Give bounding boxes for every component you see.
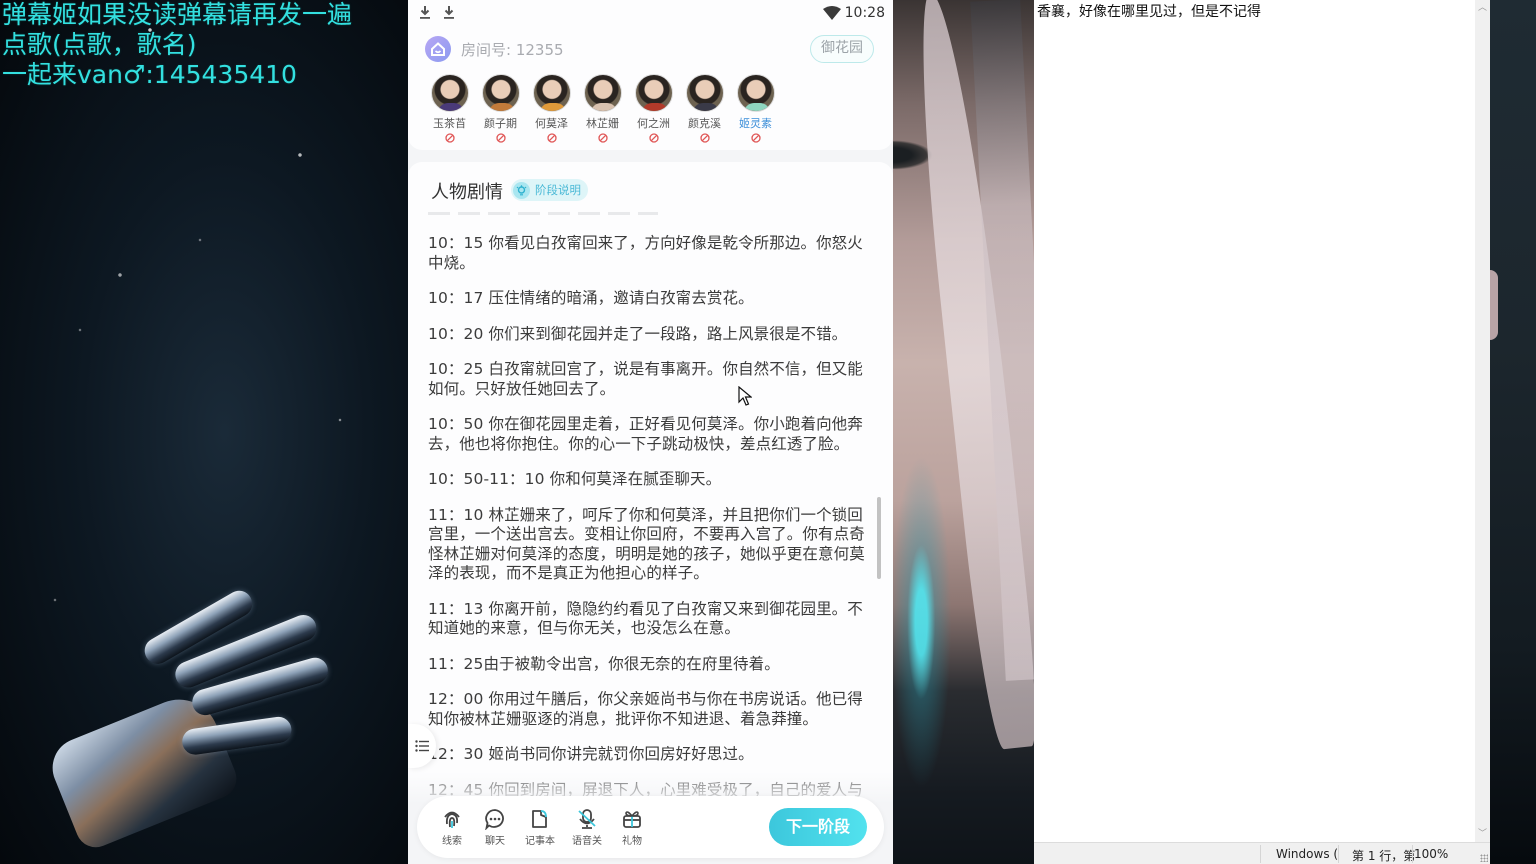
- chat-label: 聊天: [485, 836, 505, 847]
- overlay-line: 弹幕姬如果没读弹幕请再发一遍: [2, 0, 353, 29]
- story-entry: 11：10 林芷姗来了，呵斥了你和何莫泽，并且把你们一个锁回宫里，一个送出宫去。…: [428, 505, 865, 583]
- character-roster: 玉茶苩 颜子期 何莫泽 林芷姗 何之洲 颜克溪 姬灵素: [424, 74, 781, 143]
- voice-toggle-label: 语音关: [572, 836, 602, 847]
- phase-info-label: 阶段说明: [535, 183, 581, 197]
- notepad-text-area[interactable]: 香襄，好像在哪里见过，但是不记得: [1037, 2, 1261, 22]
- story-entry: 10：25 白孜甯就回宫了，说是有事离开。你自然不信，但又能如何。只好放任她回去…: [428, 360, 863, 398]
- voice-off-icon: [578, 809, 596, 829]
- fingerprint-icon: [444, 811, 460, 828]
- home-icon[interactable]: [425, 36, 451, 62]
- ban-icon: [444, 133, 455, 143]
- character-avatar: [583, 74, 622, 112]
- notepad-label: 记事本: [525, 836, 555, 847]
- ban-icon: [699, 133, 710, 143]
- character-name: 何莫泽: [535, 117, 568, 130]
- list-icon: [415, 740, 429, 752]
- room-card: 房间号: 12355 御花园 玉茶苩 颜子期 何莫泽 林芷姗 何之洲 颜克溪 姬…: [408, 26, 893, 150]
- download-icon: [420, 6, 430, 19]
- mouse-cursor-icon: [738, 386, 752, 406]
- story-entry: 11：13 你离开前，隐隐约约看见了白孜甯又来到御花园里。不知道她的来意，但与你…: [428, 599, 863, 638]
- clues-label: 线索: [442, 836, 462, 847]
- voice-toggle-button[interactable]: 语音关: [567, 808, 607, 847]
- cursor-position-status: 第 1 行，第: [1352, 849, 1416, 863]
- story-entry: 10：50 你在御花园里走着，正好看见何莫泽。你小跑着向他奔去，他也将你抱住。你…: [428, 415, 863, 453]
- character-item[interactable]: 何莫泽: [526, 74, 577, 143]
- stream-background: [0, 0, 408, 864]
- bottom-toolbar: 线索 聊天 记事本 语音关 礼物 下一阶段: [417, 796, 884, 858]
- ban-icon: [648, 133, 659, 143]
- character-name: 林芷姗: [586, 117, 619, 130]
- character-item[interactable]: 颜克溪: [679, 74, 730, 143]
- ban-icon: [495, 133, 506, 143]
- chat-button[interactable]: 聊天: [475, 808, 515, 847]
- danmaku-overlay: 弹幕姬如果没读弹幕请再发一遍 点歌(点歌，歌名) 一起来van♂:1454354…: [2, 0, 352, 90]
- character-item-active[interactable]: 姬灵素: [730, 74, 781, 143]
- gift-button[interactable]: 礼物: [612, 808, 652, 847]
- character-item[interactable]: 玉茶苩: [424, 74, 475, 143]
- status-bar: 10:28: [408, 0, 893, 26]
- character-name: 姬灵素: [739, 117, 772, 130]
- story-entry: 10：20 你们来到御花园并走了一段路，路上风景很是不错。: [428, 324, 848, 343]
- ban-icon: [597, 133, 608, 143]
- overlay-line: 点歌(点歌，歌名): [2, 30, 197, 59]
- encoding-status: Windows (: [1276, 847, 1339, 861]
- next-phase-button[interactable]: 下一阶段: [769, 808, 867, 846]
- notepad-icon: [532, 810, 547, 828]
- character-item[interactable]: 颜子期: [475, 74, 526, 143]
- notepad-window: 香襄，好像在哪里见过，但是不记得 ︿ ﹀ Windows ( 第 1 行，第 1…: [1034, 0, 1490, 864]
- character-avatar: [736, 74, 775, 112]
- overlay-line: 一起来van♂:145435410: [2, 60, 297, 89]
- character-avatar: [685, 74, 724, 112]
- gift-label: 礼物: [622, 836, 642, 847]
- phone-screen: 10:28 房间号: 12355 御花园 玉茶苩 颜子期 何莫泽 林芷姗 何之洲…: [408, 0, 893, 864]
- character-item[interactable]: 林芷姗: [577, 74, 628, 143]
- scroll-up-icon[interactable]: ︿: [1475, 0, 1490, 16]
- character-name: 颜子期: [484, 117, 517, 130]
- character-name: 何之洲: [637, 117, 670, 130]
- story-entry: 12：30 姬尚书同你讲完就罚你回房好好思过。: [428, 745, 754, 763]
- story-entry: 12：00 你用过午膳后，你父亲姬尚书与你在书房说话。他已得知你被林芷姗驱逐的消…: [428, 690, 863, 728]
- notepad-status-bar: Windows ( 第 1 行，第 100%: [1034, 842, 1490, 864]
- character-avatar: [430, 74, 469, 112]
- notepad-button[interactable]: 记事本: [520, 808, 560, 847]
- story-list[interactable]: 10：15 你看见白孜甯回来了，方向好像是乾令所那边。你怒火中烧。 10：17 …: [428, 234, 876, 816]
- story-card: 人物剧情 阶段说明 10：15 你看见白孜甯回来了，方向好像是乾令所那边。你怒火…: [408, 162, 893, 802]
- story-entry: 10：17 压住情绪的暗涌，邀请白孜甯去赏花。: [428, 289, 754, 307]
- character-avatar: [634, 74, 673, 112]
- character-avatar: [532, 74, 571, 112]
- gift-icon: [623, 811, 641, 828]
- character-item[interactable]: 何之洲: [628, 74, 679, 143]
- faded-text-line: [428, 212, 658, 215]
- zoom-status: 100%: [1414, 847, 1449, 861]
- notepad-vertical-scrollbar[interactable]: ︿ ﹀: [1475, 0, 1490, 842]
- story-title: 人物剧情: [431, 182, 503, 203]
- phase-info-button[interactable]: 阶段说明: [511, 179, 588, 201]
- wifi-icon: [823, 6, 841, 20]
- character-avatar: [481, 74, 520, 112]
- chat-bubble-icon: [485, 809, 504, 830]
- ban-icon: [546, 133, 557, 143]
- character-name: 玉茶苩: [433, 117, 466, 130]
- status-time: 10:28: [844, 5, 885, 21]
- room-number: 房间号: 12355: [461, 41, 564, 59]
- story-scrollbar[interactable]: [877, 497, 881, 579]
- scene-button[interactable]: 御花园: [810, 35, 874, 63]
- story-entry: 11：25由于被勒令出宫，你很无奈的在府里待着。: [428, 654, 780, 673]
- ban-icon: [750, 133, 761, 143]
- robot-hand-artwork: [0, 529, 385, 864]
- scroll-down-icon[interactable]: ﹀: [1475, 826, 1490, 842]
- lightbulb-icon: [513, 181, 530, 199]
- story-entry: 10：15 你看见白孜甯回来了，方向好像是乾令所那边。你怒火中烧。: [428, 234, 863, 272]
- story-entry: 10：50-11：10 你和何莫泽在腻歪聊天。: [428, 470, 722, 488]
- clues-button[interactable]: 线索: [432, 808, 472, 847]
- resize-grip[interactable]: [1480, 854, 1488, 862]
- download-icon: [444, 6, 454, 19]
- character-name: 颜克溪: [688, 117, 721, 130]
- desktop-background: [1490, 0, 1536, 864]
- character-artwork: [893, 0, 1034, 864]
